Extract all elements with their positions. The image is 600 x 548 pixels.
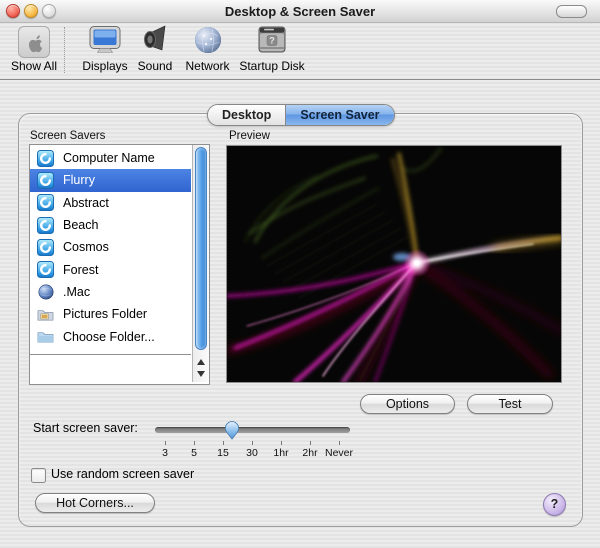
toolbar-item-label: Sound (137, 59, 173, 73)
list-item-label: Abstract (63, 195, 109, 210)
apple-system-prefs-icon (18, 26, 50, 58)
list-item-label: Cosmos (63, 240, 109, 255)
use-random-checkbox[interactable] (31, 468, 46, 483)
toolbar-item-label: Displays (82, 59, 128, 73)
desktop-screensaver-window: Desktop & Screen Saver Show All Displays (0, 0, 600, 548)
tab-desktop[interactable]: Desktop (208, 105, 286, 125)
slider-tick (339, 441, 340, 445)
slider-tick (194, 441, 195, 445)
toolbar-item-network[interactable]: Network (180, 26, 235, 73)
folder-icon (37, 328, 54, 345)
test-button[interactable]: Test (467, 394, 553, 414)
list-item-label: Beach (63, 218, 99, 233)
show-all-button[interactable]: Show All (8, 26, 60, 73)
show-all-label: Show All (10, 59, 58, 73)
toolbar-item-label: Network (185, 59, 230, 73)
swirl-icon (37, 238, 54, 256)
list-scrollbar[interactable] (192, 145, 209, 382)
list-item[interactable]: Abstract (30, 192, 191, 214)
screensaver-preview (224, 145, 566, 385)
toolbar-item-displays[interactable]: Displays (80, 25, 130, 73)
list-item-label: Flurry (63, 173, 95, 188)
toolbar-separator (64, 27, 65, 73)
displays-icon (88, 25, 122, 60)
help-button[interactable]: ? (543, 493, 566, 516)
slider-tick-label: Never (324, 447, 353, 459)
sound-icon (141, 24, 169, 60)
list-item-label: Forest (63, 262, 99, 277)
pictures-folder-icon (37, 306, 54, 323)
scrollbar-thumb[interactable] (194, 147, 207, 350)
list-item-label: Choose Folder... (63, 329, 155, 344)
list-item[interactable]: Computer Name (30, 147, 191, 169)
swirl-icon (37, 261, 54, 279)
svg-text:?: ? (269, 36, 275, 46)
preferences-toolbar: Show All Displays Sound Network ? Startu… (0, 23, 600, 80)
screen-saver-list: Computer Name Flurry Abstract Beach Cosm… (29, 144, 210, 385)
list-item-label: Pictures Folder (63, 307, 148, 322)
screen-savers-label: Screen Savers (30, 130, 106, 142)
network-icon (194, 26, 222, 59)
scroll-up-button[interactable] (193, 356, 209, 368)
list-item-label: .Mac (63, 284, 91, 299)
list-separator (30, 354, 191, 355)
startup-disk-icon: ? (256, 25, 288, 59)
use-random-label: Use random screen saver (51, 467, 195, 481)
list-item[interactable]: .Mac (30, 281, 191, 303)
list-item-selected[interactable]: Flurry (30, 169, 191, 192)
slider-tick (310, 441, 311, 445)
start-screensaver-slider[interactable] (155, 427, 350, 433)
window-title: Desktop & Screen Saver (224, 4, 376, 19)
start-screensaver-label: Start screen saver: (33, 421, 138, 435)
hot-corners-button[interactable]: Hot Corners... (35, 493, 155, 513)
toolbar-toggle-button[interactable] (556, 5, 587, 18)
list-item-label: Computer Name (63, 151, 155, 166)
options-button[interactable]: Options (360, 394, 455, 414)
scroll-down-button[interactable] (193, 368, 209, 380)
globe-icon (37, 283, 54, 300)
slider-thumb[interactable] (224, 421, 240, 440)
swirl-icon (37, 194, 54, 212)
tab-control: Desktop Screen Saver (207, 104, 395, 126)
slider-tick (165, 441, 166, 445)
list-item[interactable]: Beach (30, 214, 191, 236)
toolbar-item-startup-disk[interactable]: ? Startup Disk (237, 26, 307, 73)
swirl-icon (37, 149, 54, 167)
toolbar-item-label: Startup Disk (239, 59, 305, 73)
arrow-up-icon (197, 359, 205, 365)
slider-tick (281, 441, 282, 445)
preview-label: Preview (229, 130, 270, 142)
title-bar[interactable]: Desktop & Screen Saver (0, 0, 600, 23)
list-item[interactable]: Forest (30, 258, 191, 280)
toolbar-item-sound[interactable]: Sound (133, 24, 177, 73)
flurry-preview-image (224, 146, 566, 385)
list-item[interactable]: Choose Folder... (30, 325, 191, 347)
swirl-icon (37, 216, 54, 234)
arrow-down-icon (197, 371, 205, 377)
slider-tick (223, 441, 224, 445)
list-item[interactable]: Cosmos (30, 236, 191, 258)
slider-tick (252, 441, 253, 445)
swirl-icon (37, 171, 54, 189)
list-item[interactable]: Pictures Folder (30, 303, 191, 325)
tab-screen-saver[interactable]: Screen Saver (285, 105, 394, 125)
